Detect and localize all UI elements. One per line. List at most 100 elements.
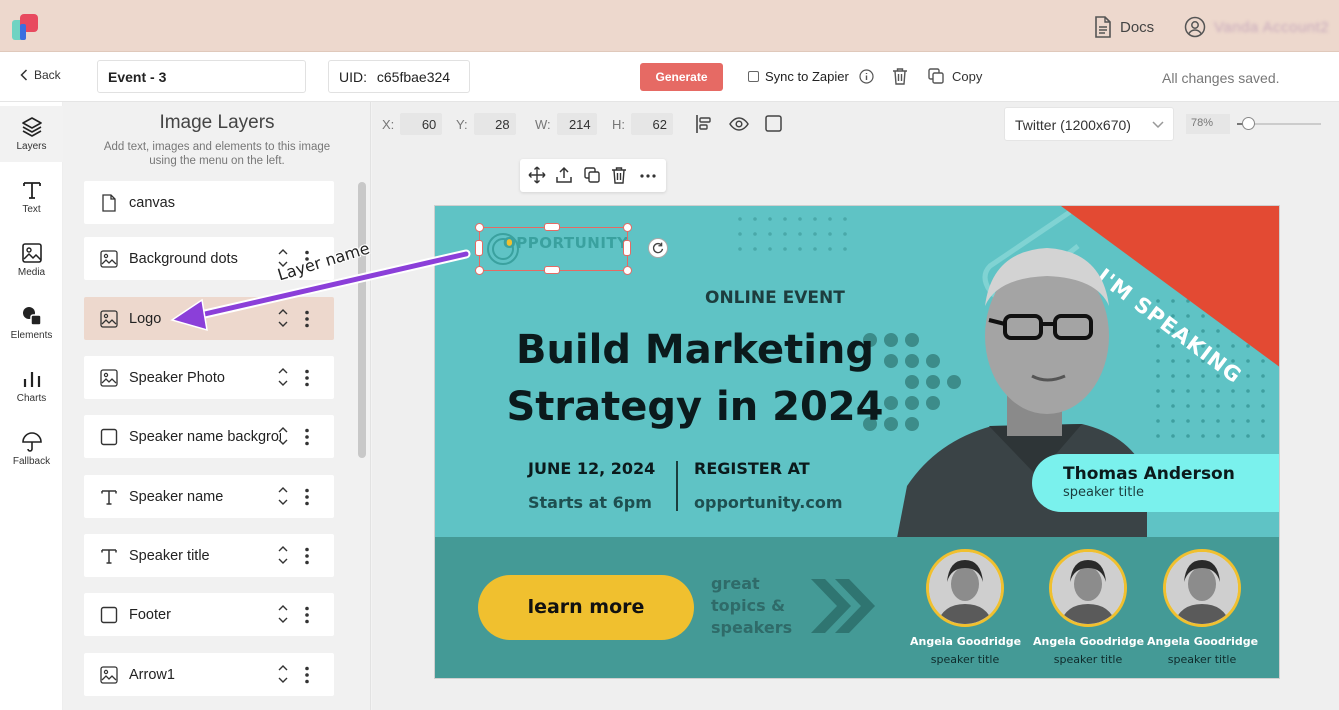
- back-button[interactable]: Back: [20, 68, 61, 82]
- rail-item-text[interactable]: Text: [0, 169, 63, 225]
- more-horizontal-icon[interactable]: [640, 174, 656, 178]
- sync-to-zapier-toggle[interactable]: Sync to Zapier: [748, 69, 874, 84]
- panel-scrollbar[interactable]: [358, 182, 366, 458]
- avatar: [1049, 549, 1127, 627]
- more-vertical-icon[interactable]: [304, 369, 310, 387]
- rail-item-fallback[interactable]: Fallback: [0, 421, 63, 477]
- speaker-card-title: speaker title: [1053, 653, 1123, 666]
- app-logo[interactable]: [12, 12, 42, 42]
- rotate-icon[interactable]: [648, 238, 668, 258]
- design-name-input[interactable]: [97, 60, 306, 93]
- layer-item[interactable]: Speaker name: [84, 475, 334, 518]
- duplicate-icon[interactable]: [583, 166, 601, 184]
- y-value[interactable]: 28: [473, 113, 516, 135]
- layer-item-selected[interactable]: Logo: [84, 297, 334, 340]
- more-vertical-icon[interactable]: [304, 428, 310, 446]
- height-field[interactable]: H: 62: [612, 113, 673, 135]
- copy-button[interactable]: Copy: [928, 68, 982, 84]
- docs-link[interactable]: Docs: [1094, 16, 1154, 38]
- sync-checkbox[interactable]: [748, 71, 759, 82]
- resize-handle[interactable]: [544, 223, 560, 231]
- x-field[interactable]: X: 60: [382, 113, 443, 135]
- speaker-card-title: speaker title: [930, 653, 1000, 666]
- x-value[interactable]: 60: [400, 113, 443, 135]
- avatar-photo: [1052, 552, 1124, 624]
- layer-item[interactable]: Footer: [84, 593, 334, 636]
- properties-bar: X: 60 Y: 28 W: 214 H: 62 Twitter (1200x6…: [372, 102, 1339, 146]
- image-icon: [100, 665, 118, 684]
- layer-item[interactable]: Arrow1: [84, 653, 334, 696]
- background-dots: [738, 217, 847, 251]
- tagline-line: topics &: [711, 596, 786, 615]
- image-icon: [21, 243, 42, 263]
- layer-name: canvas: [129, 194, 175, 211]
- selection-box[interactable]: [479, 227, 628, 271]
- more-vertical-icon[interactable]: [304, 606, 310, 624]
- layer-name: Speaker Photo: [129, 369, 225, 386]
- square-icon: [100, 428, 118, 445]
- account-menu[interactable]: Vanda Account2: [1184, 16, 1329, 38]
- zoom-slider[interactable]: [1237, 117, 1321, 130]
- tagline-line: great: [711, 574, 760, 593]
- rail-item-layers[interactable]: Layers: [0, 106, 63, 162]
- editor-toolbar: Back UID: c65fbae324 Generate Sync to Za…: [0, 52, 1339, 102]
- layer-item[interactable]: Speaker title: [84, 534, 334, 577]
- resize-handle[interactable]: [623, 223, 632, 232]
- reorder-icon[interactable]: [277, 664, 289, 684]
- reorder-icon[interactable]: [277, 604, 289, 624]
- y-field[interactable]: Y: 28: [456, 113, 516, 135]
- register-label: REGISTER AT: [694, 459, 810, 478]
- delete-icon[interactable]: [611, 166, 627, 184]
- text-icon: [101, 489, 117, 505]
- design-canvas[interactable]: I'M SPEAKING Thomas Anderson speaker tit…: [434, 205, 1280, 679]
- reorder-icon[interactable]: [277, 545, 289, 565]
- rail-item-charts[interactable]: Charts: [0, 358, 63, 414]
- resize-handle[interactable]: [475, 240, 483, 256]
- headline-line: Strategy in 2024: [506, 384, 884, 430]
- trash-icon[interactable]: [892, 67, 908, 85]
- resize-handle[interactable]: [475, 266, 484, 275]
- speaker-card-name: Angela Goodridge: [1033, 635, 1145, 648]
- h-value[interactable]: 62: [631, 113, 673, 135]
- element-actions: [520, 159, 666, 192]
- uid-value: c65fbae324: [376, 69, 451, 85]
- move-icon[interactable]: [528, 166, 546, 184]
- w-value[interactable]: 214: [556, 113, 597, 135]
- zoom-value[interactable]: 78%: [1186, 114, 1230, 134]
- reorder-icon[interactable]: [277, 486, 289, 506]
- resize-handle[interactable]: [623, 266, 632, 275]
- size-preset-select[interactable]: Twitter (1200x670): [1004, 107, 1174, 141]
- align-left-icon[interactable]: [695, 114, 713, 134]
- avatar: [1163, 549, 1241, 627]
- square-outline-icon[interactable]: [765, 115, 782, 132]
- upload-icon[interactable]: [555, 166, 573, 184]
- rail-item-media[interactable]: Media: [0, 232, 63, 288]
- reorder-icon[interactable]: [277, 308, 289, 328]
- reorder-icon[interactable]: [277, 367, 289, 387]
- speaker-name: Thomas Anderson: [1063, 464, 1235, 484]
- more-vertical-icon[interactable]: [304, 666, 310, 684]
- more-vertical-icon[interactable]: [304, 547, 310, 565]
- resize-handle[interactable]: [623, 240, 631, 256]
- rail-label-media: Media: [17, 267, 46, 278]
- avatar-photo: [929, 552, 1001, 624]
- uid-field[interactable]: UID: c65fbae324: [328, 60, 470, 93]
- layer-item[interactable]: canvas: [84, 181, 334, 224]
- rail-label-fallback: Fallback: [12, 456, 51, 467]
- info-icon[interactable]: [859, 69, 874, 84]
- more-vertical-icon[interactable]: [304, 488, 310, 506]
- resize-handle[interactable]: [475, 223, 484, 232]
- copy-label: Copy: [952, 68, 983, 84]
- tagline: great topics & speakers: [711, 573, 801, 639]
- width-field[interactable]: W: 214: [535, 113, 597, 135]
- eye-icon[interactable]: [729, 116, 749, 132]
- reorder-icon[interactable]: [277, 426, 289, 446]
- zoom-slider-thumb[interactable]: [1242, 117, 1255, 130]
- generate-button[interactable]: Generate: [640, 63, 723, 91]
- rail-item-elements[interactable]: Elements: [0, 295, 63, 351]
- layer-item[interactable]: Speaker Photo: [84, 356, 334, 399]
- resize-handle[interactable]: [544, 266, 560, 274]
- learn-more-button[interactable]: learn more: [478, 575, 694, 640]
- more-vertical-icon[interactable]: [304, 310, 310, 328]
- layer-item[interactable]: Speaker name background: [84, 415, 334, 458]
